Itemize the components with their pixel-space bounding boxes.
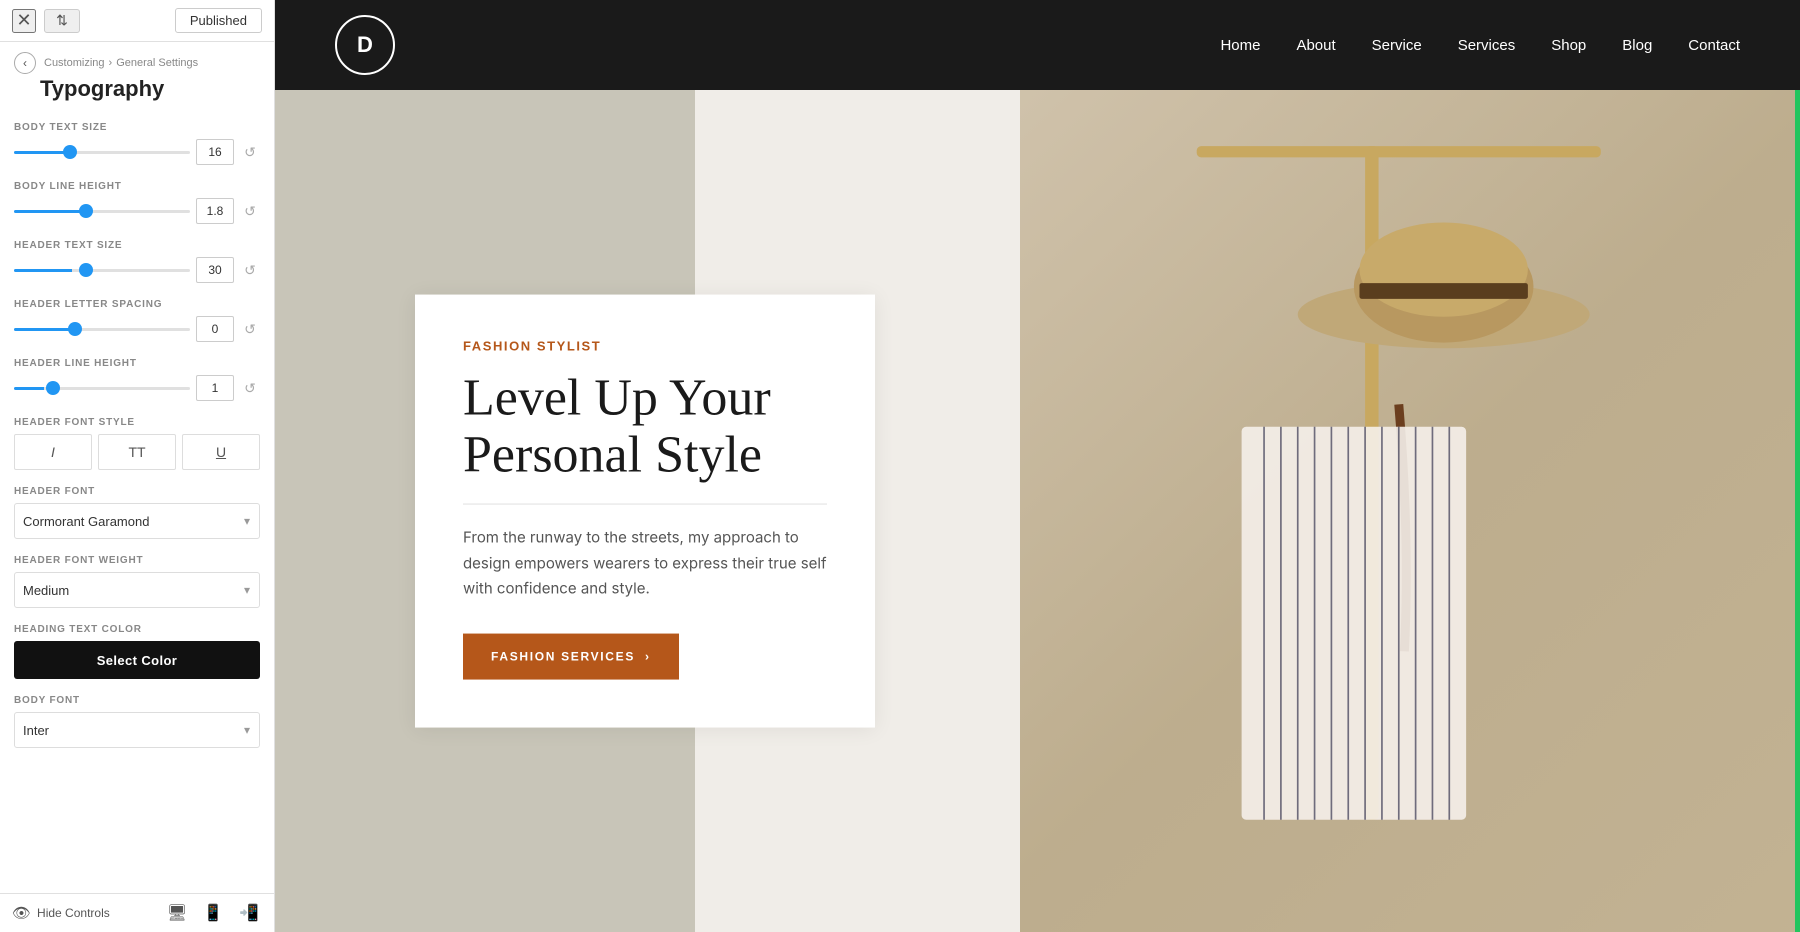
header-font-select[interactable]: Cormorant Garamond Georgia Playfair Disp… bbox=[14, 503, 260, 539]
body-line-height-slider[interactable] bbox=[14, 210, 190, 213]
body-line-height-label: BODY LINE HEIGHT bbox=[14, 181, 260, 192]
header-letter-spacing-reset[interactable]: ↺ bbox=[240, 319, 260, 339]
published-button[interactable]: Published bbox=[175, 8, 262, 33]
breadcrumb-customizing: Customizing bbox=[44, 57, 105, 69]
header-font-weight-group: HEADER FONT WEIGHT Medium Light Bold bbox=[14, 555, 260, 608]
hide-controls-button[interactable]: 👁 Hide Controls bbox=[12, 904, 110, 922]
body-text-size-slider[interactable] bbox=[14, 151, 190, 154]
nav-link-services[interactable]: Services bbox=[1458, 37, 1516, 54]
hero-section: FASHION STYLIST Level Up Your Personal S… bbox=[275, 90, 1800, 932]
green-accent-bar bbox=[1795, 90, 1800, 932]
breadcrumb-separator: › bbox=[109, 57, 113, 69]
nav-link-service[interactable]: Service bbox=[1372, 37, 1422, 54]
body-text-size-slider-row: 16 ↺ bbox=[14, 139, 260, 165]
header-font-weight-label: HEADER FONT WEIGHT bbox=[14, 555, 260, 566]
nav-link-home[interactable]: Home bbox=[1220, 37, 1260, 54]
close-button[interactable]: ✕ bbox=[12, 9, 36, 33]
fashion-illustration bbox=[1020, 90, 1800, 932]
hero-divider bbox=[463, 504, 827, 505]
header-text-size-slider-row: 30 ↺ bbox=[14, 257, 260, 283]
heading-text-color-group: HEADING TEXT COLOR Select Color bbox=[14, 624, 260, 679]
body-text-size-label: BODY TEXT SIZE bbox=[14, 122, 260, 133]
header-letter-spacing-group: HEADER LETTER SPACING 0 ↺ bbox=[14, 299, 260, 342]
body-font-select-wrapper: Inter Arial Open Sans bbox=[14, 712, 260, 748]
nav-link-shop[interactable]: Shop bbox=[1551, 37, 1586, 54]
body-font-label: BODY FONT bbox=[14, 695, 260, 706]
header-line-height-group: HEADER LINE HEIGHT 1 ↺ bbox=[14, 358, 260, 401]
header-line-height-reset[interactable]: ↺ bbox=[240, 378, 260, 398]
panel-controls: BODY TEXT SIZE 16 ↺ BODY LINE HEIGHT 1.8… bbox=[0, 114, 274, 893]
nav-link-about[interactable]: About bbox=[1296, 37, 1335, 54]
nav-links: Home About Service Services Shop Blog Co… bbox=[1220, 37, 1740, 54]
body-line-height-group: BODY LINE HEIGHT 1.8 ↺ bbox=[14, 181, 260, 224]
image-bg bbox=[1020, 90, 1800, 932]
header-line-height-slider-row: 1 ↺ bbox=[14, 375, 260, 401]
header-line-height-slider[interactable] bbox=[14, 387, 190, 390]
reorder-button[interactable]: ⇅ bbox=[44, 9, 80, 33]
header-font-label: HEADER FONT bbox=[14, 486, 260, 497]
select-color-button[interactable]: Select Color bbox=[14, 641, 260, 679]
body-text-size-reset[interactable]: ↺ bbox=[240, 142, 260, 162]
header-letter-spacing-label: HEADER LETTER SPACING bbox=[14, 299, 260, 310]
header-line-height-label: HEADER LINE HEIGHT bbox=[14, 358, 260, 369]
body-font-group: BODY FONT Inter Arial Open Sans bbox=[14, 695, 260, 748]
fashion-services-button[interactable]: FASHION SERVICES › bbox=[463, 633, 679, 679]
italic-style-button[interactable]: I bbox=[14, 434, 92, 470]
header-line-height-input[interactable]: 1 bbox=[196, 375, 234, 401]
breadcrumb-back-button[interactable]: ‹ bbox=[14, 52, 36, 74]
hide-controls-label: Hide Controls bbox=[37, 906, 110, 920]
topbar-left: ✕ ⇅ bbox=[12, 9, 80, 33]
hero-card: FASHION STYLIST Level Up Your Personal S… bbox=[415, 295, 875, 728]
header-font-group: HEADER FONT Cormorant Garamond Georgia P… bbox=[14, 486, 260, 539]
fashion-stylist-label: FASHION STYLIST bbox=[463, 339, 827, 354]
header-font-style-label: HEADER FONT STYLE bbox=[14, 417, 260, 428]
panel-title: Typography bbox=[0, 74, 274, 114]
cta-arrow-icon: › bbox=[645, 649, 651, 663]
left-panel: ✕ ⇅ Published ‹ Customizing › General Se… bbox=[0, 0, 275, 932]
breadcrumb-section: General Settings bbox=[116, 57, 198, 69]
body-line-height-reset[interactable]: ↺ bbox=[240, 201, 260, 221]
header-text-size-reset[interactable]: ↺ bbox=[240, 260, 260, 280]
logo-letter: D bbox=[357, 32, 373, 58]
main-preview: D Home About Service Services Shop Blog … bbox=[275, 0, 1800, 932]
header-letter-spacing-slider[interactable] bbox=[14, 328, 190, 331]
header-text-size-label: HEADER TEXT SIZE bbox=[14, 240, 260, 251]
panel-topbar: ✕ ⇅ Published bbox=[0, 0, 274, 42]
header-font-weight-select[interactable]: Medium Light Bold bbox=[14, 572, 260, 608]
body-text-size-input[interactable]: 16 bbox=[196, 139, 234, 165]
allcaps-style-button[interactable]: TT bbox=[98, 434, 176, 470]
site-navigation: D Home About Service Services Shop Blog … bbox=[275, 0, 1800, 90]
header-text-size-group: HEADER TEXT SIZE 30 ↺ bbox=[14, 240, 260, 283]
header-text-size-slider[interactable] bbox=[14, 269, 190, 272]
desktop-view-icon[interactable]: 🖥 bbox=[164, 902, 190, 924]
nav-link-blog[interactable]: Blog bbox=[1622, 37, 1652, 54]
mobile-view-icon[interactable]: 📲 bbox=[236, 902, 262, 924]
header-text-size-input[interactable]: 30 bbox=[196, 257, 234, 283]
hero-title: Level Up Your Personal Style bbox=[463, 370, 827, 484]
heading-text-color-label: HEADING TEXT COLOR bbox=[14, 624, 260, 635]
panel-footer: 👁 Hide Controls 🖥 📱 📲 bbox=[0, 893, 274, 932]
header-letter-spacing-slider-row: 0 ↺ bbox=[14, 316, 260, 342]
body-font-select[interactable]: Inter Arial Open Sans bbox=[14, 712, 260, 748]
footer-icons: 🖥 📱 📲 bbox=[164, 902, 262, 924]
tablet-view-icon[interactable]: 📱 bbox=[200, 902, 226, 924]
header-font-style-group: HEADER FONT STYLE I TT U bbox=[14, 417, 260, 470]
body-line-height-input[interactable]: 1.8 bbox=[196, 198, 234, 224]
breadcrumb: ‹ Customizing › General Settings bbox=[0, 42, 274, 74]
hero-image-block bbox=[1020, 90, 1800, 932]
header-font-select-wrapper: Cormorant Garamond Georgia Playfair Disp… bbox=[14, 503, 260, 539]
header-font-weight-select-wrapper: Medium Light Bold bbox=[14, 572, 260, 608]
header-letter-spacing-input[interactable]: 0 bbox=[196, 316, 234, 342]
body-line-height-slider-row: 1.8 ↺ bbox=[14, 198, 260, 224]
cta-label: FASHION SERVICES bbox=[491, 649, 635, 663]
eye-icon: 👁 bbox=[12, 904, 31, 922]
font-style-row: I TT U bbox=[14, 434, 260, 470]
body-text-size-group: BODY TEXT SIZE 16 ↺ bbox=[14, 122, 260, 165]
site-logo: D bbox=[335, 15, 395, 75]
nav-link-contact[interactable]: Contact bbox=[1688, 37, 1740, 54]
hero-body-text: From the runway to the streets, my appro… bbox=[463, 525, 827, 602]
underline-style-button[interactable]: U bbox=[182, 434, 260, 470]
